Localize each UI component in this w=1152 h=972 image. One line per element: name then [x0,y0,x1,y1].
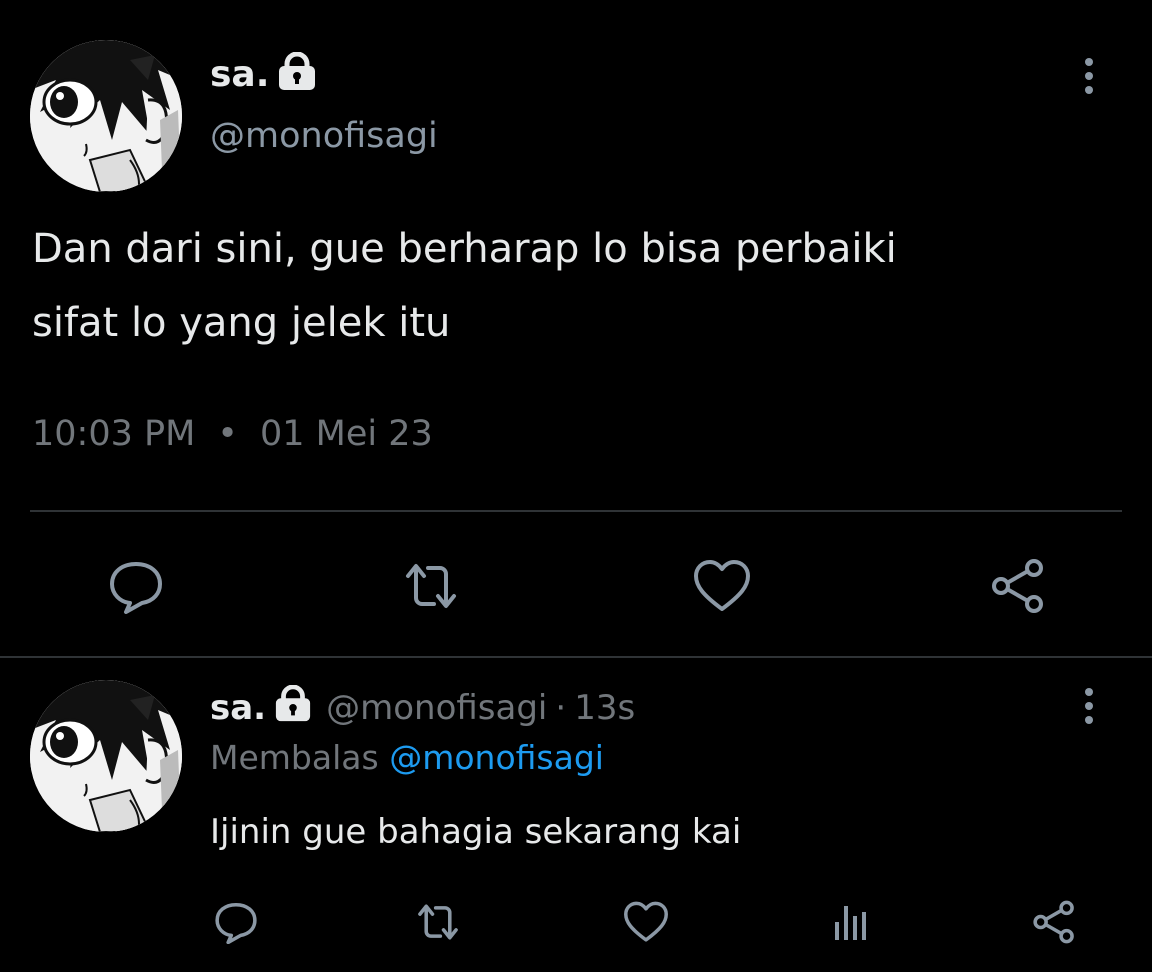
heart-icon [694,560,750,611]
analytics-icon [835,906,866,940]
tweet-timestamp[interactable]: 10:03 PM • 01 Mei 23 [32,414,433,454]
meta-separator: • [217,414,238,454]
like-button[interactable] [692,556,752,616]
retweet-button[interactable] [410,898,466,946]
divider [30,510,1122,512]
analytics-button[interactable] [826,898,874,946]
tweet-text: Dan dari sini, gue berharap lo bisa perb… [32,212,1112,360]
author-handle[interactable]: @monofisagi [326,688,547,728]
author-display-name[interactable]: sa. [210,688,266,728]
main-author-row: sa. [210,50,317,98]
more-vertical-icon [1085,688,1093,696]
lock-icon [274,684,312,732]
share-icon [1033,900,1074,944]
reply-button[interactable] [106,556,166,616]
replying-to-line: Membalas @monofisagi [210,738,604,777]
share-button[interactable] [988,556,1048,616]
retweet-icon [418,904,458,940]
tweet-text-line: sifat lo yang jelek itu [32,300,451,346]
comment-icon [110,562,162,614]
share-icon [992,559,1043,613]
more-options-button[interactable] [1083,688,1095,724]
tweet-separator [0,656,1152,658]
reply-author-row: sa. @monofisagi · 13s [210,684,635,732]
comment-icon [215,902,257,944]
tweet-text-line: Dan dari sini, gue berharap lo bisa perb… [32,226,897,272]
lock-icon [277,51,317,96]
replying-label: Membalas [210,738,379,777]
avatar[interactable] [30,40,182,192]
author-display-name[interactable]: sa. [210,54,269,95]
tweet-date: 01 Mei 23 [259,414,433,454]
tweet-time: 10:03 PM [32,414,196,454]
retweet-icon [406,564,456,608]
tweet-age[interactable]: 13s [574,688,635,728]
reply-button[interactable] [212,898,260,946]
retweet-button[interactable] [398,556,464,616]
like-button[interactable] [622,898,670,946]
reply-text: Ijinin gue bahagia sekarang kai [210,812,742,852]
avatar-illustration-icon [30,40,182,192]
more-vertical-icon [1085,58,1093,66]
share-button[interactable] [1030,898,1078,946]
avatar[interactable] [30,680,182,832]
avatar-illustration-icon [30,680,182,832]
author-handle[interactable]: @monofisagi [210,116,438,156]
meta-separator: · [555,688,567,728]
replying-to-link[interactable]: @monofisagi [389,738,604,777]
more-options-button[interactable] [1083,58,1095,94]
heart-icon [624,901,668,942]
